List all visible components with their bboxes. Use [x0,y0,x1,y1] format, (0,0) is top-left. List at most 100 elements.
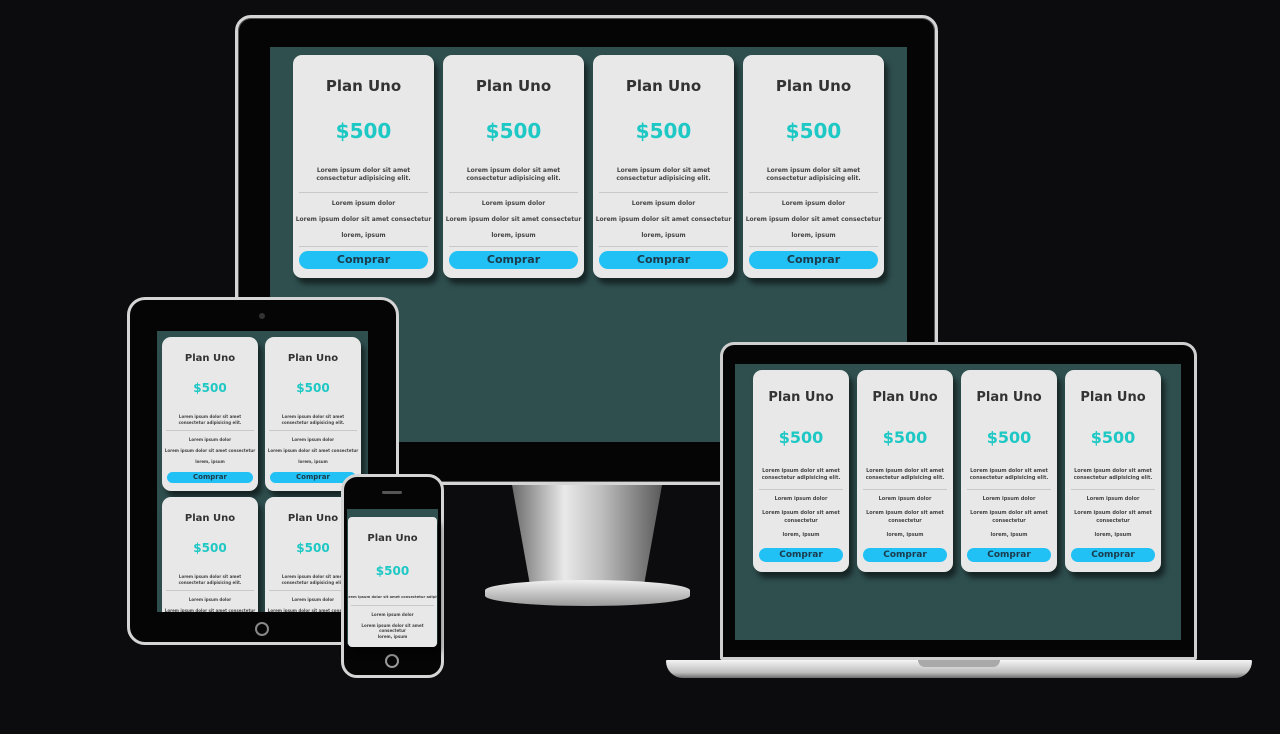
plan-description: Lorem ipsum dolor sit amet consectetur a… [865,468,945,481]
plan-title: Plan Uno [775,77,852,95]
plan-feature: Lorem ipsum dolor sit amet consectetur [295,216,432,223]
plan-description: Lorem ipsum dolor sit amet consectetur a… [348,595,437,599]
plan-description: Lorem ipsum dolor sit amet consectetur a… [766,167,861,183]
divider [351,605,434,606]
plan-title: Plan Uno [625,77,702,95]
plan-feature: Lorem ipsum dolor [331,200,396,207]
pricing-card: Plan Uno $500 Lorem ipsum dolor sit amet… [162,497,258,612]
monitor-stand-base [485,580,690,606]
plan-feature: Lorem ipsum dolor sit amet consectetur [361,623,424,633]
buy-button[interactable]: Comprar [749,251,878,269]
plan-feature: Lorem ipsum dolor sit amet consectetur [445,216,582,223]
divider [166,590,254,591]
plan-title: Plan Uno [1080,390,1146,405]
plan-feature: lorem, ipsum [641,232,686,239]
plan-feature: Lorem ipsum dolor [188,437,232,442]
divider [1071,489,1155,490]
plan-feature: Lorem ipsum dolor sit amet consectetur [866,510,944,524]
divider [449,246,578,247]
pricing-card: Plan Uno $500 Lorem ipsum dolor sit amet… [857,370,953,572]
plan-description: Lorem ipsum dolor sit amet consectetur a… [178,574,242,585]
tablet-home-button [255,622,269,636]
plan-description: Lorem ipsum dolor sit amet consectetur a… [281,414,345,425]
buy-button[interactable]: Comprar [167,472,253,483]
buy-button[interactable]: Comprar [449,251,578,269]
plan-description: Lorem ipsum dolor sit amet consectetur a… [1073,468,1153,481]
pricing-card: Plan Uno $500 Lorem ipsum dolor sit amet… [293,55,434,278]
plan-title: Plan Uno [768,390,834,405]
pricing-card: Plan Uno $500 Lorem ipsum dolor sit amet… [265,337,361,491]
plan-feature: lorem, ipsum [491,232,536,239]
plan-price: $500 [296,381,330,395]
pricing-card: Plan Uno $500 Lorem ipsum dolor sit amet… [961,370,1057,572]
plan-price: $500 [335,119,392,143]
divider [299,192,428,193]
plan-description: Lorem ipsum dolor sit amet consectetur a… [316,167,411,183]
monitor-stand [512,485,662,585]
divider [269,430,357,431]
plan-feature: Lorem ipsum dolor sit amet consectetur [1074,510,1152,524]
divider [299,246,428,247]
buy-button[interactable]: Comprar [1071,548,1155,562]
divider [863,489,947,490]
plan-price: $500 [778,428,824,447]
pricing-card: Plan Uno $500 Lorem ipsum dolor sit amet… [753,370,849,572]
buy-button[interactable]: Comprar [759,548,843,562]
plan-feature: Lorem ipsum dolor sit amet consectetur [267,448,359,453]
divider [749,192,878,193]
plan-feature: Lorem ipsum dolor [291,437,335,442]
buy-button[interactable]: Comprar [967,548,1051,562]
pricing-card: Plan Uno $500 Lorem ipsum dolor sit amet… [162,337,258,491]
plan-feature: Lorem ipsum dolor sit amet consectetur [595,216,732,223]
plan-price: $500 [986,428,1032,447]
plan-price: $500 [485,119,542,143]
buy-button[interactable]: Comprar [599,251,728,269]
plan-feature: lorem, ipsum [1094,532,1132,538]
plan-title: Plan Uno [976,390,1042,405]
divider [166,430,254,431]
plan-price: $500 [635,119,692,143]
pricing-card: Plan Uno $500 Lorem ipsum dolor sit amet… [443,55,584,278]
phone-home-button [385,654,399,668]
plan-feature: lorem, ipsum [195,459,225,464]
pricing-card: Plan Uno $500 Lorem ipsum dolor sit amet… [743,55,884,278]
plan-feature: Lorem ipsum dolor [774,496,828,502]
buy-button[interactable]: Comprar [299,251,428,269]
plan-description: Lorem ipsum dolor sit amet consectetur a… [969,468,1049,481]
divider [599,246,728,247]
plan-title: Plan Uno [475,77,552,95]
tablet-camera [259,313,265,319]
plan-title: Plan Uno [367,533,418,544]
plan-price: $500 [785,119,842,143]
plan-feature: Lorem ipsum dolor [188,597,232,602]
plan-feature: Lorem ipsum dolor sit amet consectetur [762,510,840,524]
divider [449,192,578,193]
plan-feature: Lorem ipsum dolor [781,200,846,207]
plan-description: Lorem ipsum dolor sit amet consectetur a… [616,167,711,183]
plan-feature: lorem, ipsum [341,232,386,239]
tablet-screen: Plan Uno $500 Lorem ipsum dolor sit amet… [157,331,368,612]
plan-feature: Lorem ipsum dolor [982,496,1036,502]
plan-description: Lorem ipsum dolor sit amet consectetur a… [466,167,561,183]
pricing-card: Plan Uno $500 Lorem ipsum dolor sit amet… [1065,370,1161,572]
plan-price: $500 [193,541,227,555]
plan-title: Plan Uno [287,353,339,364]
buy-button[interactable]: Comprar [863,548,947,562]
laptop-notch [918,660,1000,667]
plan-description: Lorem ipsum dolor sit amet consectetur a… [761,468,841,481]
plan-title: Plan Uno [872,390,938,405]
pricing-card: Plan Uno $500 Lorem ipsum dolor sit amet… [348,517,437,647]
divider [749,246,878,247]
plan-feature: Lorem ipsum dolor [481,200,546,207]
plan-feature: Lorem ipsum dolor sit amet consectetur [164,608,256,612]
plan-description: Lorem ipsum dolor sit amet consectetur a… [178,414,242,425]
plan-feature: lorem, ipsum [377,634,408,639]
plan-feature: Lorem ipsum dolor [1086,496,1140,502]
divider [967,489,1051,490]
plan-feature: Lorem ipsum dolor [878,496,932,502]
plan-price: $500 [193,381,227,395]
plan-feature: lorem, ipsum [791,232,836,239]
plan-feature: lorem, ipsum [886,532,924,538]
plan-feature: lorem, ipsum [990,532,1028,538]
plan-feature: Lorem ipsum dolor sit amet consectetur [745,216,882,223]
